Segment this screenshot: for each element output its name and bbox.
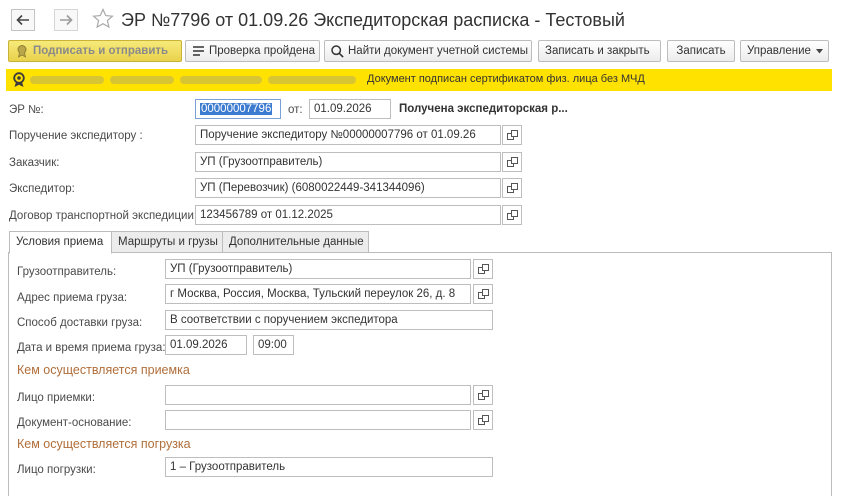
forward-button[interactable] — [54, 9, 78, 31]
date-label: от: — [288, 104, 303, 116]
save-label: Записать — [676, 45, 726, 57]
basis-document-field[interactable] — [165, 410, 471, 430]
open-external-icon — [477, 289, 489, 299]
save-and-close-label: Записать и закрыть — [545, 45, 650, 57]
address-label: Адрес приема груза: — [17, 292, 128, 304]
contract-label: Договор транспортной экспедиции: — [9, 210, 198, 222]
section-acceptance-by: Кем осуществляется приемка — [17, 363, 190, 377]
list-check-icon — [192, 45, 205, 57]
order-value: Поручение экспедитору №00000007796 от 01… — [200, 129, 476, 141]
arrow-left-icon — [16, 14, 29, 26]
acceptor-field[interactable] — [165, 385, 471, 405]
open-external-icon — [506, 183, 518, 193]
loader-label: Лицо погрузки: — [17, 464, 96, 476]
open-external-icon — [506, 210, 518, 220]
find-document-button[interactable]: Найти документ учетной системы — [324, 40, 532, 62]
save-button[interactable]: Записать — [667, 40, 735, 62]
address-field[interactable]: г Москва, Россия, Москва, Тульский переу… — [165, 284, 471, 304]
acceptance-datetime-label: Дата и время приема груза: — [17, 342, 166, 354]
order-open-button[interactable] — [502, 125, 522, 145]
back-button[interactable] — [11, 9, 35, 31]
contract-value: 123456789 от 01.12.2025 — [200, 209, 333, 221]
er-number-value: 00000007796 — [200, 103, 273, 115]
address-open-button[interactable] — [473, 284, 493, 304]
customer-field[interactable]: УП (Грузоотправитель) — [195, 152, 501, 172]
customer-label: Заказчик: — [9, 157, 60, 169]
basis-document-label: Документ-основание: — [17, 417, 132, 429]
search-icon — [331, 44, 344, 58]
chevron-down-icon — [815, 48, 823, 54]
open-external-icon — [506, 157, 518, 167]
er-number-label: ЭР №: — [9, 104, 44, 116]
shipper-label: Грузоотправитель: — [17, 266, 117, 278]
date-value: 01.09.2026 — [314, 103, 372, 115]
delivery-method-field[interactable]: В соответствии с поручением экспедитора — [165, 310, 493, 330]
shipper-open-button[interactable] — [473, 259, 493, 279]
customer-value: УП (Грузоотправитель) — [200, 156, 323, 168]
customer-open-button[interactable] — [502, 152, 522, 172]
shipper-value: УП (Грузоотправитель) — [170, 263, 293, 275]
signature-banner: Документ подписан сертификатом физ. лица… — [6, 69, 832, 91]
section-loading-by: Кем осуществляется погрузка — [17, 437, 191, 451]
order-label: Поручение экспедитору : — [9, 130, 143, 142]
tab-additional-data[interactable]: Дополнительные данные — [222, 231, 369, 253]
acceptance-date-value: 01.09.2026 — [170, 339, 228, 351]
loader-value: 1 – Грузоотправитель — [170, 461, 286, 473]
acceptance-date-field[interactable]: 01.09.2026 — [165, 335, 247, 355]
forwarder-field[interactable]: УП (Перевозчик) (6080022449-341344096) — [195, 178, 501, 198]
acceptance-time-value: 09:00 — [258, 339, 287, 351]
er-number-field[interactable]: 00000007796 — [195, 99, 281, 119]
status-text: Получена экспедиторская р... — [399, 103, 568, 115]
find-document-label: Найти документ учетной системы — [348, 45, 529, 57]
forwarder-value: УП (Перевозчик) (6080022449-341344096) — [200, 182, 425, 194]
acceptance-time-field[interactable]: 09:00 — [253, 335, 294, 355]
contract-open-button[interactable] — [502, 205, 522, 225]
delivery-method-label: Способ доставки груза: — [17, 317, 143, 329]
sign-and-send-button[interactable]: Подписать и отправить — [8, 40, 182, 62]
basis-document-open-button[interactable] — [473, 410, 493, 430]
shipper-field[interactable]: УП (Грузоотправитель) — [165, 259, 471, 279]
check-passed-label: Проверка пройдена — [209, 45, 315, 57]
window-title: ЭР №7796 от 01.09.26 Экспедиторская расп… — [121, 10, 625, 30]
acceptor-label: Лицо приемки: — [17, 392, 96, 404]
sign-and-send-label: Подписать и отправить — [33, 45, 169, 57]
open-external-icon — [477, 415, 489, 425]
tab-acceptance-conditions[interactable]: Условия приема — [9, 231, 112, 254]
manage-label: Управление — [747, 45, 811, 57]
forwarder-label: Экспедитор: — [9, 183, 75, 195]
blurred-signer-info — [30, 76, 356, 84]
date-field[interactable]: 01.09.2026 — [309, 99, 391, 119]
address-value: г Москва, Россия, Москва, Тульский переу… — [170, 288, 456, 300]
acceptor-open-button[interactable] — [473, 385, 493, 405]
manage-dropdown[interactable]: Управление — [740, 40, 829, 62]
forwarder-open-button[interactable] — [502, 178, 522, 198]
favorite-star-icon[interactable] — [91, 7, 115, 31]
certificate-seal-icon — [13, 72, 25, 87]
order-field[interactable]: Поручение экспедитору №00000007796 от 01… — [195, 125, 501, 145]
check-passed-button[interactable]: Проверка пройдена — [185, 40, 320, 62]
loader-field[interactable]: 1 – Грузоотправитель — [165, 457, 493, 477]
open-external-icon — [477, 390, 489, 400]
arrow-right-icon — [60, 14, 73, 26]
save-and-close-button[interactable]: Записать и закрыть — [538, 40, 661, 62]
tab-routes-and-cargo[interactable]: Маршруты и грузы — [111, 231, 223, 253]
contract-field[interactable]: 123456789 от 01.12.2025 — [195, 205, 501, 225]
open-external-icon — [506, 130, 518, 140]
delivery-method-value: В соответствии с поручением экспедитора — [170, 314, 398, 326]
banner-message: Документ подписан сертификатом физ. лица… — [367, 73, 645, 85]
certificate-icon — [15, 44, 29, 58]
open-external-icon — [477, 264, 489, 274]
